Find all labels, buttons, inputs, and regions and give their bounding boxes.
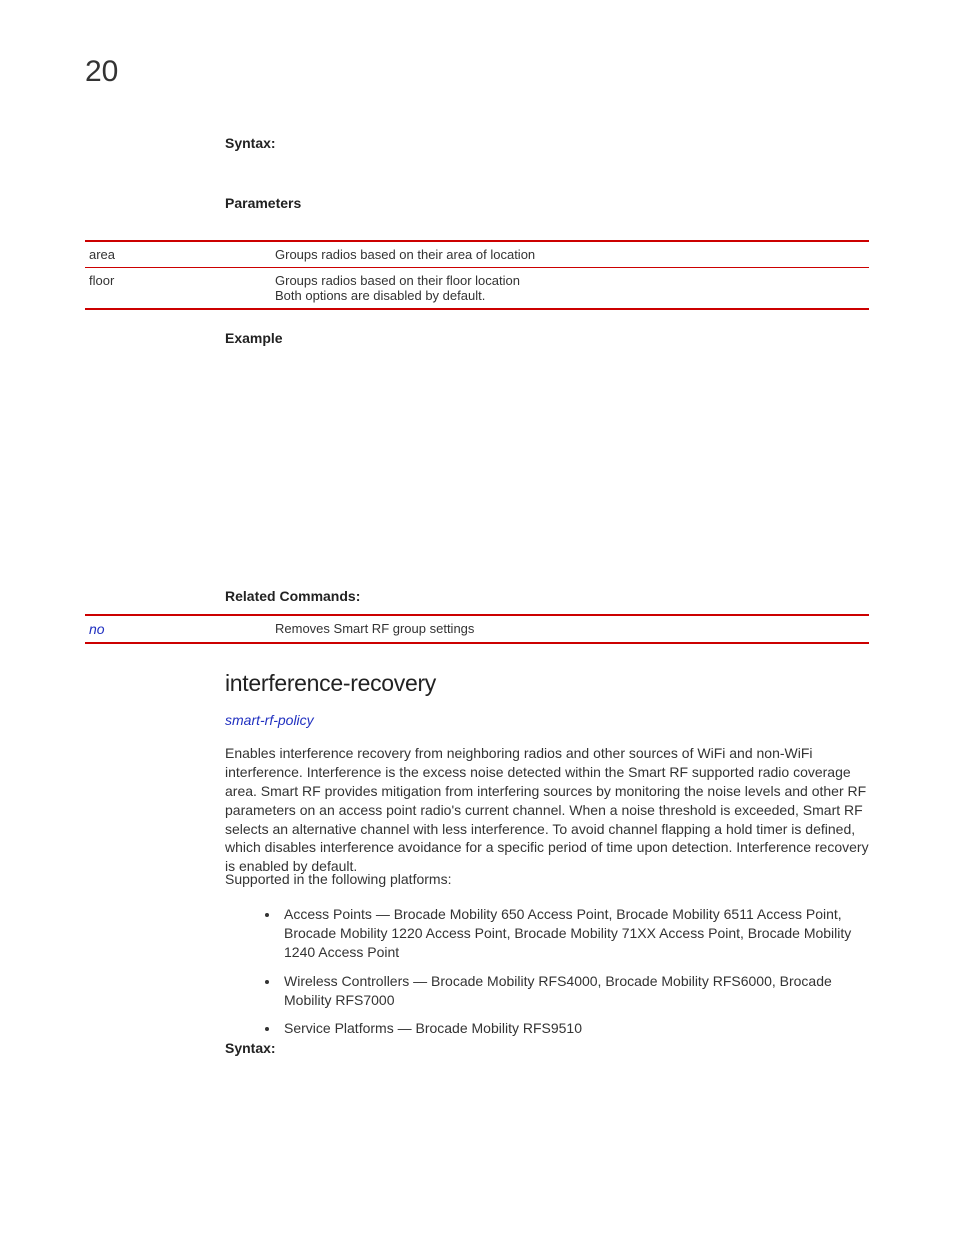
syntax-label: Syntax: [225, 135, 276, 151]
param-desc-line: Groups radios based on their floor locat… [275, 273, 869, 288]
no-command-link[interactable]: no [89, 621, 105, 637]
related-commands-label: Related Commands: [225, 588, 360, 604]
param-desc-line: Both options are disabled by default. [275, 288, 869, 303]
table-row: no Removes Smart RF group settings [85, 615, 869, 643]
table-row: floor Groups radios based on their floor… [85, 268, 869, 310]
related-key: no [85, 615, 275, 643]
platforms-list: Access Points — Brocade Mobility 650 Acc… [280, 905, 869, 1038]
param-key: area [85, 241, 275, 268]
list-item: Wireless Controllers — Brocade Mobility … [280, 972, 869, 1010]
list-item: Service Platforms — Brocade Mobility RFS… [280, 1019, 869, 1038]
supported-label: Supported in the following platforms: [225, 870, 869, 889]
syntax-label: Syntax: [225, 1040, 276, 1056]
param-desc: Groups radios based on their area of loc… [275, 241, 869, 268]
related-commands-table: no Removes Smart RF group settings [85, 614, 869, 644]
section-title: interference-recovery [225, 670, 869, 697]
list-item: Access Points — Brocade Mobility 650 Acc… [280, 905, 869, 962]
param-key: floor [85, 268, 275, 310]
parameters-table: area Groups radios based on their area o… [85, 240, 869, 310]
related-desc: Removes Smart RF group settings [275, 615, 869, 643]
smart-rf-policy-link[interactable]: smart-rf-policy [225, 712, 314, 728]
page-number: 20 [85, 55, 118, 89]
example-label: Example [225, 330, 283, 346]
table-row: area Groups radios based on their area o… [85, 241, 869, 268]
parameters-label: Parameters [225, 195, 301, 211]
param-desc: Groups radios based on their floor locat… [275, 268, 869, 310]
description-text: Enables interference recovery from neigh… [225, 744, 869, 876]
